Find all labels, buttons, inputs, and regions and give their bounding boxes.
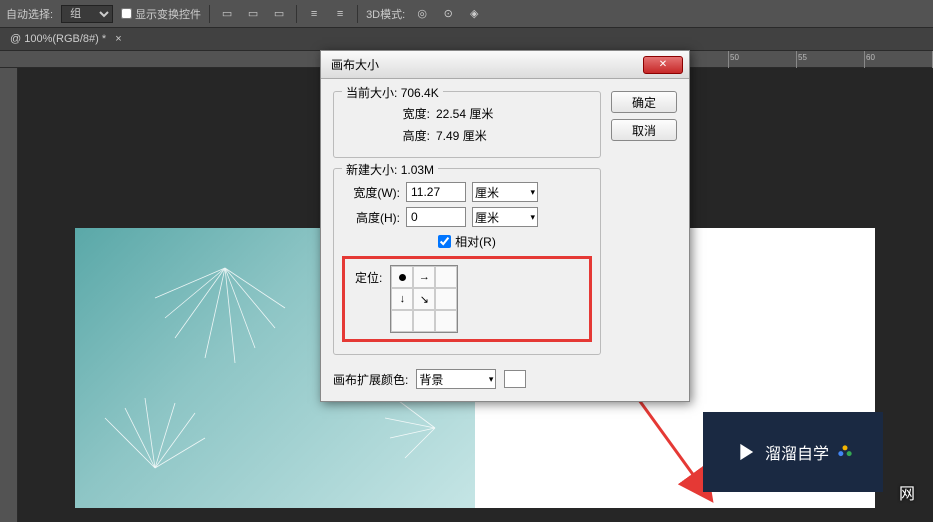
- extension-color-label: 画布扩展颜色:: [333, 371, 408, 388]
- width-unit-select[interactable]: 厘米: [472, 182, 538, 202]
- document-tab[interactable]: @ 100%(RGB/8#) * ×: [4, 31, 128, 47]
- auto-select-dropdown[interactable]: 组: [61, 5, 113, 23]
- width-input[interactable]: [406, 182, 466, 202]
- cancel-button[interactable]: 取消: [611, 119, 677, 141]
- relative-label: 相对(R): [455, 233, 496, 250]
- auto-select-label: 自动选择:: [6, 6, 53, 22]
- relative-checkbox[interactable]: [438, 235, 451, 248]
- dialog-titlebar[interactable]: 画布大小 ✕: [321, 51, 689, 79]
- anchor-bot-mid[interactable]: [413, 310, 435, 332]
- vertical-ruler: [0, 68, 18, 522]
- anchor-mid-right[interactable]: [435, 288, 457, 310]
- anchor-label: 定位:: [355, 269, 382, 286]
- anchor-center[interactable]: [413, 288, 435, 310]
- 3d-icon-2[interactable]: ⊙: [439, 5, 457, 23]
- distribute-icon-1[interactable]: ≡: [305, 5, 323, 23]
- anchor-top-left[interactable]: [391, 266, 413, 288]
- anchor-bot-right[interactable]: [435, 310, 457, 332]
- current-height-value: 7.49 厘米: [436, 127, 487, 144]
- extension-color-swatch[interactable]: [504, 370, 526, 388]
- 3d-icon-3[interactable]: ◈: [465, 5, 483, 23]
- height-input[interactable]: [406, 207, 466, 227]
- canvas-size-dialog: 画布大小 ✕ 当前大小: 706.4K 宽度: 22.54 厘米 高度: 7.4…: [320, 50, 690, 402]
- mode-3d-label: 3D模式:: [366, 6, 405, 22]
- show-transform-checkbox[interactable]: 显示变换控件: [121, 6, 201, 22]
- current-size-group: 当前大小: 706.4K 宽度: 22.54 厘米 高度: 7.49 厘米: [333, 91, 601, 158]
- watermark-origin: 网: [899, 480, 915, 504]
- document-tab-bar: @ 100%(RGB/8#) * ×: [0, 28, 933, 50]
- height-label: 高度(H):: [344, 209, 400, 226]
- dialog-close-button[interactable]: ✕: [643, 56, 683, 74]
- 3d-icon-1[interactable]: ◎: [413, 5, 431, 23]
- anchor-highlight: 定位:: [342, 256, 592, 342]
- distribute-icon-2[interactable]: ≡: [331, 5, 349, 23]
- align-icon-2[interactable]: ▭: [244, 5, 262, 23]
- anchor-mid-left[interactable]: [391, 288, 413, 310]
- anchor-bot-left[interactable]: [391, 310, 413, 332]
- align-icon-3[interactable]: ▭: [270, 5, 288, 23]
- watermark-brand: 溜溜自学: [703, 412, 883, 492]
- current-width-value: 22.54 厘米: [436, 105, 493, 122]
- extension-color-select[interactable]: 背景: [416, 369, 496, 389]
- current-height-label: 高度:: [374, 127, 430, 144]
- anchor-top-right[interactable]: [435, 266, 457, 288]
- anchor-top-mid[interactable]: [413, 266, 435, 288]
- anchor-grid[interactable]: [390, 265, 458, 333]
- options-bar: 自动选择: 组 显示变换控件 ▭ ▭ ▭ ≡ ≡ 3D模式: ◎ ⊙ ◈: [0, 0, 933, 28]
- width-label: 宽度(W):: [344, 184, 400, 201]
- close-tab-icon[interactable]: ×: [115, 33, 121, 45]
- new-size-group: 新建大小: 1.03M 宽度(W): 厘米 高度(H): 厘米 相对(R): [333, 168, 601, 355]
- height-unit-select[interactable]: 厘米: [472, 207, 538, 227]
- dialog-title-text: 画布大小: [331, 56, 379, 73]
- current-width-label: 宽度:: [374, 105, 430, 122]
- ok-button[interactable]: 确定: [611, 91, 677, 113]
- align-icon-1[interactable]: ▭: [218, 5, 236, 23]
